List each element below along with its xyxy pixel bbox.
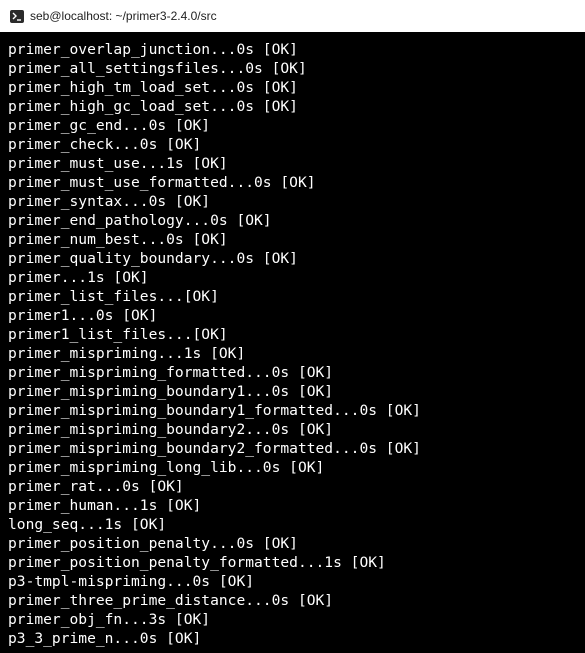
terminal-line: primer_syntax...0s [OK] [8, 193, 211, 210]
terminal-line: primer_position_penalty_formatted...1s [… [8, 554, 386, 571]
terminal-line: primer_mispriming_boundary1...0s [OK] [8, 383, 334, 400]
terminal-line: p3_3_prime_n...0s [OK] [8, 630, 202, 647]
terminal-line: primer_list_files...[OK] [8, 288, 219, 305]
terminal-line: primer_mispriming_boundary1_formatted...… [8, 402, 421, 419]
terminal-line: primer_mispriming_long_lib...0s [OK] [8, 459, 325, 476]
title-bar[interactable]: seb@localhost: ~/primer3-2.4.0/src [0, 0, 585, 32]
terminal-line: primer_num_best...0s [OK] [8, 231, 228, 248]
terminal-line: primer_high_gc_load_set...0s [OK] [8, 98, 298, 115]
terminal-line: primer_must_use_formatted...0s [OK] [8, 174, 316, 191]
terminal-line: primer...1s [OK] [8, 269, 149, 286]
terminal-line: primer_must_use...1s [OK] [8, 155, 228, 172]
terminal-line: primer_three_prime_distance...0s [OK] [8, 592, 334, 609]
terminal-line: primer_rat...0s [OK] [8, 478, 184, 495]
terminal-output[interactable]: primer_overlap_junction...0s [OK] primer_… [0, 32, 585, 653]
terminal-line: primer_obj_fn...3s [OK] [8, 611, 211, 628]
terminal-line: primer_all_settingsfiles...0s [OK] [8, 60, 307, 77]
terminal-line: primer_end_pathology...0s [OK] [8, 212, 272, 229]
terminal-line: primer_check...0s [OK] [8, 136, 202, 153]
terminal-line: primer1_list_files...[OK] [8, 326, 228, 343]
terminal-line: primer_overlap_junction...0s [OK] [8, 41, 298, 58]
terminal-line: primer_human...1s [OK] [8, 497, 202, 514]
terminal-line: primer_mispriming_formatted...0s [OK] [8, 364, 334, 381]
terminal-line: primer1...0s [OK] [8, 307, 158, 324]
terminal-lines: primer_overlap_junction...0s [OK] primer_… [8, 40, 421, 648]
terminal-icon [10, 9, 24, 23]
terminal-line: p3-tmpl-mispriming...0s [OK] [8, 573, 255, 590]
window-title: seb@localhost: ~/primer3-2.4.0/src [30, 9, 217, 23]
terminal-line: primer_quality_boundary...0s [OK] [8, 250, 298, 267]
terminal-line: primer_mispriming...1s [OK] [8, 345, 246, 362]
terminal-line: primer_position_penalty...0s [OK] [8, 535, 298, 552]
terminal-window: seb@localhost: ~/primer3-2.4.0/src prime… [0, 0, 585, 653]
terminal-line: primer_gc_end...0s [OK] [8, 117, 211, 134]
terminal-line: primer_high_tm_load_set...0s [OK] [8, 79, 298, 96]
terminal-line: primer_mispriming_boundary2...0s [OK] [8, 421, 334, 438]
terminal-line: long_seq...1s [OK] [8, 516, 167, 533]
terminal-line: primer_mispriming_boundary2_formatted...… [8, 440, 421, 457]
